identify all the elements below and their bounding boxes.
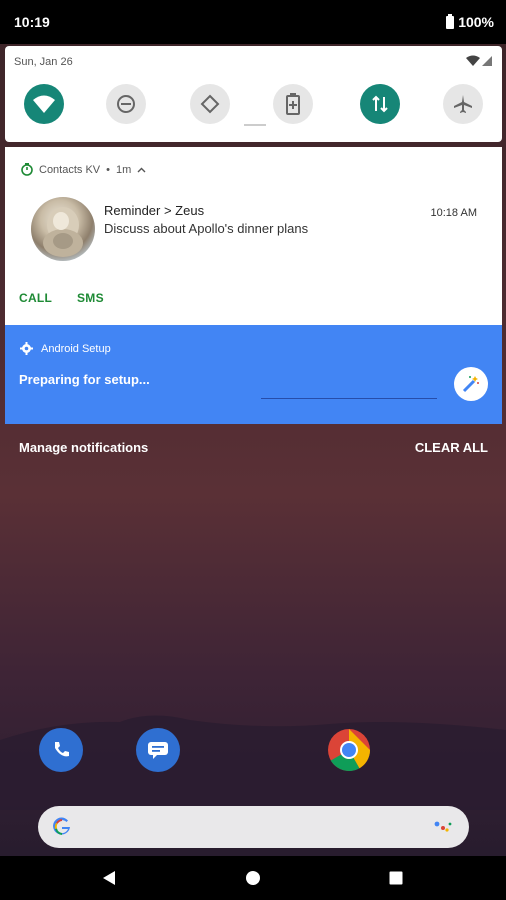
wifi-tile[interactable] <box>24 84 64 124</box>
notification-app-name: Contacts KV <box>39 163 101 176</box>
airplane-icon <box>454 95 472 113</box>
auto-rotate-icon <box>200 94 220 114</box>
navigation-bar <box>0 856 506 900</box>
back-icon[interactable] <box>101 870 117 886</box>
setup-wand-button[interactable] <box>454 367 488 401</box>
notification-text: Discuss about Apollo's dinner plans <box>104 221 309 236</box>
message-icon <box>148 742 168 759</box>
timer-icon <box>21 163 33 176</box>
setup-app-name: Android Setup <box>41 342 111 355</box>
setup-header: Android Setup <box>20 342 111 355</box>
recents-icon[interactable] <box>388 870 404 886</box>
avatar-portrait <box>43 207 83 257</box>
magic-wand-icon <box>462 376 479 393</box>
notification-separator: • <box>106 163 110 176</box>
status-bar: 10:19 100% <box>0 0 506 44</box>
qs-date[interactable]: Sun, Jan 26 <box>14 56 73 68</box>
battery-saver-icon <box>286 93 300 115</box>
setup-progress-bar <box>261 398 437 399</box>
battery-level: 100% <box>458 14 494 30</box>
status-right: 100% <box>446 13 494 30</box>
status-time: 10:19 <box>14 14 50 30</box>
chevron-up-icon[interactable] <box>137 167 146 173</box>
notification-age: 1m <box>116 163 132 176</box>
call-button[interactable]: CALL <box>19 291 52 305</box>
wifi-icon <box>33 95 55 113</box>
notification-title: Reminder > Zeus <box>104 203 205 218</box>
home-icon[interactable] <box>245 870 261 886</box>
cell-signal-icon <box>482 55 492 66</box>
google-search-bar[interactable] <box>38 806 469 848</box>
google-g-icon <box>53 817 70 835</box>
battery-saver-tile[interactable] <box>273 84 313 124</box>
tile-divider <box>244 124 266 126</box>
manage-notifications-button[interactable]: Manage notifications <box>19 440 148 455</box>
chrome-icon <box>328 729 370 772</box>
notification-time: 10:18 AM <box>430 207 477 219</box>
contact-avatar <box>31 197 95 261</box>
sms-button[interactable]: SMS <box>77 291 104 305</box>
qs-tiles <box>5 84 502 128</box>
contacts-notification[interactable]: Contacts KV • 1m Reminder > Zeus Discuss… <box>5 147 502 325</box>
wifi-signal-icon <box>466 55 480 66</box>
quick-settings-panel: Sun, Jan 26 <box>5 46 502 142</box>
battery-icon <box>446 13 455 29</box>
clear-all-button[interactable]: CLEAR ALL <box>415 440 488 455</box>
notification-header: Contacts KV • 1m <box>21 163 146 176</box>
phone-app-icon[interactable] <box>39 728 83 772</box>
rotate-tile[interactable] <box>190 84 230 124</box>
phone-icon <box>55 742 69 757</box>
qs-signal <box>466 55 492 66</box>
dnd-tile[interactable] <box>106 84 146 124</box>
mobile-data-tile[interactable] <box>360 84 400 124</box>
chrome-app-icon[interactable] <box>327 728 371 772</box>
airplane-tile[interactable] <box>443 84 483 124</box>
messages-app-icon[interactable] <box>136 728 180 772</box>
assistant-mic-icon[interactable] <box>433 819 453 835</box>
setup-notification[interactable]: Android Setup Preparing for setup... <box>5 325 502 424</box>
do-not-disturb-icon <box>117 95 135 113</box>
gear-icon <box>20 342 33 355</box>
setup-text: Preparing for setup... <box>19 372 150 387</box>
mobile-data-icon <box>372 95 388 113</box>
